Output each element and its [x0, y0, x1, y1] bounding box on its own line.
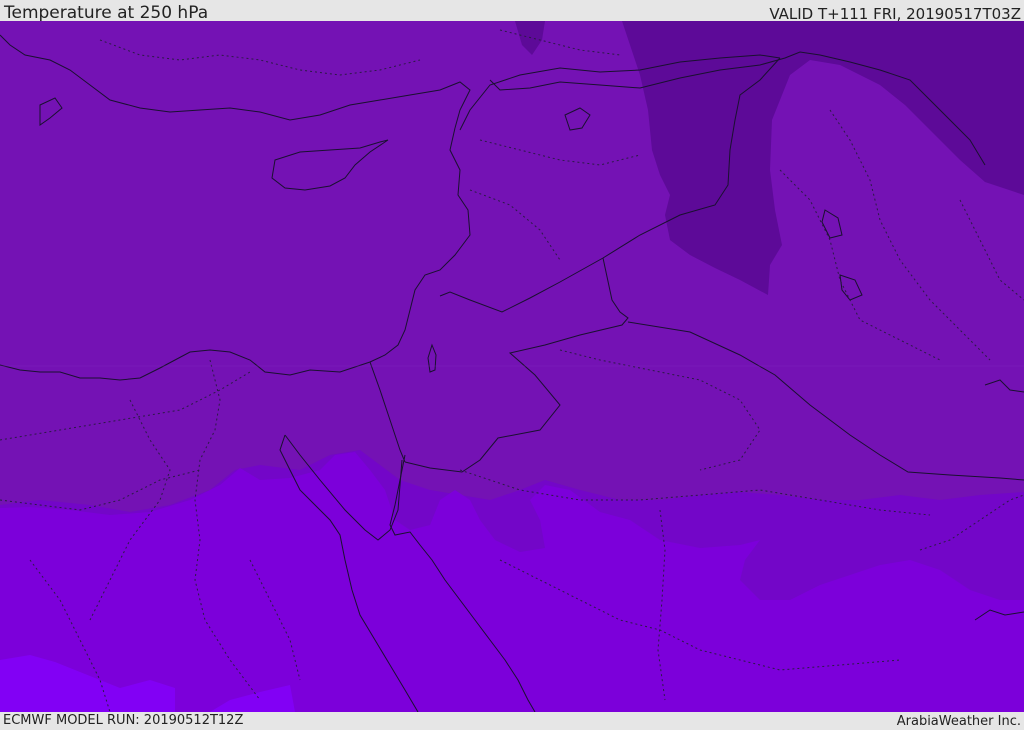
model-run: ECMWF MODEL RUN: 20190512T12Z [3, 713, 244, 728]
map-title: Temperature at 250 hPa [4, 3, 209, 23]
temperature-map [0, 21, 1024, 712]
header-bar: Temperature at 250 hPa VALID T+111 FRI, … [0, 0, 1024, 23]
footer-bar: ECMWF MODEL RUN: 20190512T12Z ArabiaWeat… [0, 712, 1024, 729]
credit-label: ArabiaWeather Inc. [896, 714, 1021, 729]
